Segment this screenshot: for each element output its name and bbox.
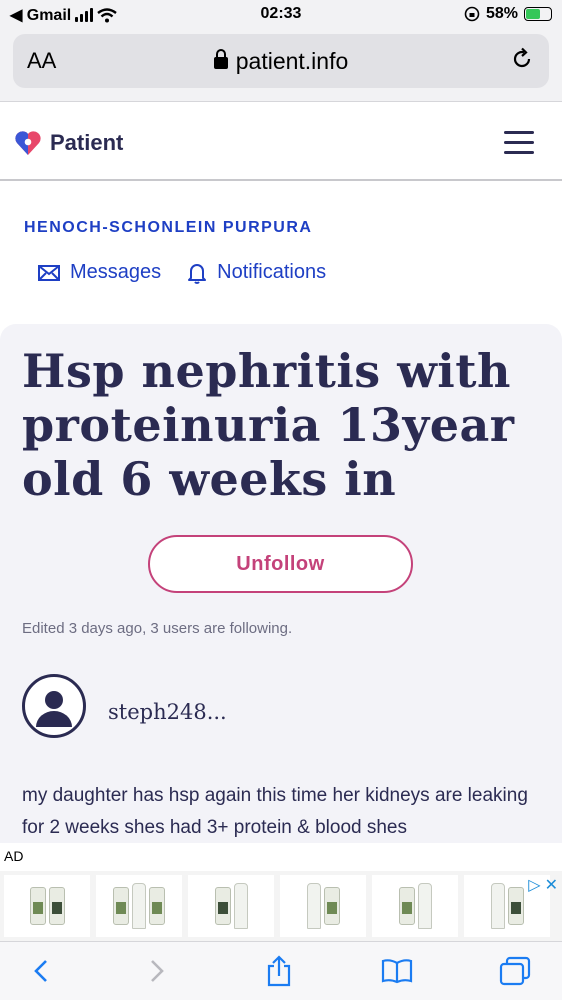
orientation-lock-icon — [464, 6, 480, 22]
url-display[interactable]: patient.info — [13, 48, 549, 75]
bell-icon — [188, 263, 207, 284]
post-title: Hsp nephritis with proteinuria 13year ol… — [22, 344, 515, 506]
product-bottle-icon — [113, 887, 129, 925]
logo-text: Patient — [50, 130, 124, 155]
share-icon — [267, 955, 291, 987]
ad-product-tile[interactable] — [372, 875, 458, 937]
site-header: Patient — [0, 103, 562, 181]
author-username[interactable]: steph248... — [108, 700, 227, 724]
back-button[interactable] — [24, 954, 58, 988]
share-button[interactable] — [262, 954, 296, 988]
post-body: my daughter has hsp again this time her … — [22, 785, 528, 838]
ad-close-icon[interactable]: ✕ — [545, 875, 558, 895]
user-silhouette-icon — [36, 691, 72, 727]
battery-percent: 58% — [485, 5, 518, 22]
post-card: Hsp nephritis with proteinuria 13year ol… — [0, 324, 562, 854]
product-tube-icon — [306, 883, 321, 929]
ad-choices-icon[interactable]: ▷ — [528, 875, 540, 895]
chevron-right-icon — [151, 960, 164, 982]
messages-link[interactable]: Messages — [38, 261, 161, 284]
notifications-link[interactable]: Notifications — [187, 261, 326, 284]
ad-label: AD — [4, 848, 24, 864]
product-tube-icon — [132, 883, 146, 929]
notifications-label: Notifications — [217, 261, 327, 283]
post-meta: Edited 3 days ago, 3 users are following… — [22, 620, 293, 637]
ad-banner[interactable] — [0, 871, 562, 941]
status-right: 58% — [464, 5, 552, 23]
lock-icon — [213, 49, 228, 69]
reload-icon[interactable] — [509, 46, 535, 72]
product-bottle-icon — [29, 887, 46, 925]
bookmarks-button[interactable] — [380, 954, 414, 988]
tabs-icon — [499, 956, 531, 986]
patient-logo[interactable]: Patient — [14, 129, 123, 157]
chevron-left-icon — [34, 960, 47, 982]
ad-product-tile[interactable] — [4, 875, 90, 937]
avatar[interactable] — [22, 674, 86, 738]
heart-pin-logo-icon — [15, 131, 41, 155]
group-links: Messages Notifications — [38, 261, 326, 284]
ad-choices[interactable]: ▷ ✕ — [528, 875, 558, 895]
product-bottle-icon — [398, 887, 415, 925]
battery-icon — [524, 7, 552, 21]
group-title[interactable]: HENOCH-SCHONLEIN PURPURA — [24, 219, 312, 237]
product-bottle-icon — [48, 887, 65, 925]
product-bottle-icon — [149, 887, 165, 925]
book-icon — [381, 959, 413, 984]
envelope-icon — [38, 264, 60, 281]
product-bottle-icon — [507, 887, 524, 925]
status-bar: ◀ Gmail 02:33 58% — [0, 0, 562, 30]
menu-icon[interactable] — [504, 131, 534, 155]
browser-url-area: AA patient.info — [0, 30, 562, 102]
ad-product-tile[interactable] — [96, 875, 182, 937]
url-bar[interactable]: AA patient.info — [13, 34, 549, 88]
unfollow-button[interactable]: Unfollow — [148, 535, 413, 593]
browser-toolbar — [0, 941, 562, 1000]
product-bottle-icon — [323, 887, 340, 925]
product-tube-icon — [490, 883, 505, 929]
product-bottle-icon — [214, 887, 231, 925]
product-tube-icon — [417, 883, 432, 929]
product-tube-icon — [233, 883, 248, 929]
tabs-button[interactable] — [498, 954, 532, 988]
ad-product-tile[interactable] — [280, 875, 366, 937]
ad-label-row: AD — [0, 843, 562, 871]
messages-label: Messages — [70, 261, 162, 283]
forward-button[interactable] — [140, 954, 174, 988]
ad-product-tile[interactable] — [188, 875, 274, 937]
url-text: patient.info — [235, 48, 349, 74]
